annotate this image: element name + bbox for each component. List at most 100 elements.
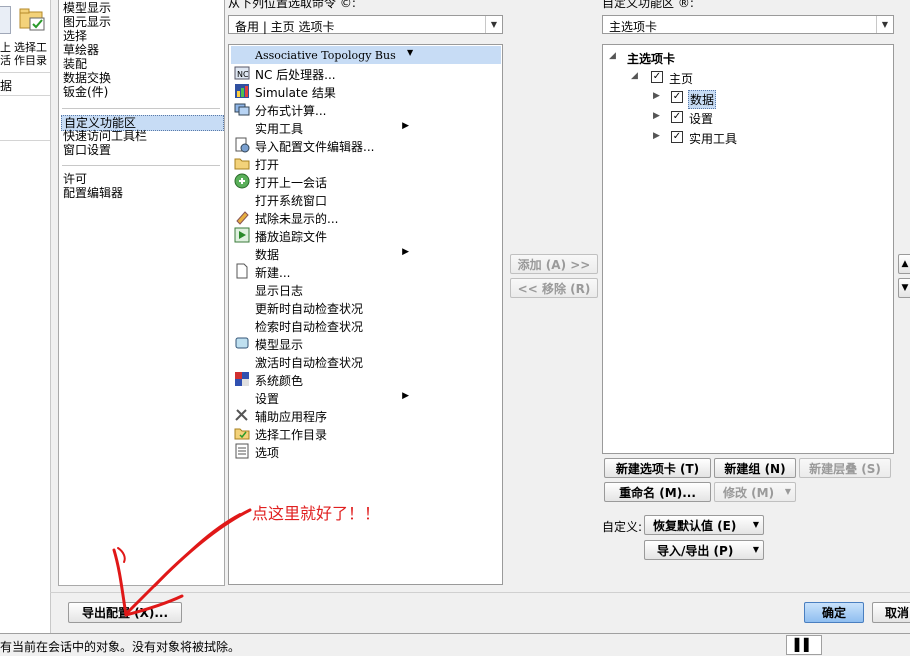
new-tab-button[interactable]: 新建选项卡 (T) [604, 458, 711, 478]
command-item[interactable]: 打开上一会话 [231, 172, 501, 190]
command-item[interactable]: 实用工具 ▶ [231, 118, 501, 136]
command-item[interactable]: 激活时自动检查状况 [231, 352, 501, 370]
command-item[interactable]: 打开 [231, 154, 501, 172]
import-config-icon [235, 137, 250, 153]
command-item-label: 系统颜色 [255, 374, 304, 388]
customize-label: 自定义: [602, 520, 643, 534]
chevron-down-icon: ▼ [784, 487, 791, 496]
left-toolbar-strip: 上 选择工 活 作目录 据 [0, 0, 51, 634]
chevron-down-icon: ▼ [752, 545, 759, 554]
command-item[interactable]: 更新时自动检查状况 [231, 298, 501, 316]
status-toggle-icon[interactable]: ▌▌ [786, 635, 822, 655]
status-bar: 有当前在会话中的对象。没有对象将被拭除。 ▌▌ [0, 633, 910, 656]
svg-text:NC: NC [237, 70, 249, 79]
command-item[interactable]: 分布式计算... [231, 100, 501, 118]
command-item[interactable]: 导入配置文件编辑器... [231, 136, 501, 154]
command-item-label: 实用工具 [255, 122, 304, 136]
document-icon[interactable] [0, 6, 11, 34]
checkbox[interactable]: ✓ [651, 71, 663, 83]
expand-triangle-icon[interactable]: ◢ [631, 71, 638, 81]
command-item-label: NC 后处理器... [255, 68, 336, 82]
chevron-down-icon[interactable]: ▼ [485, 16, 502, 33]
ribbon-label: 自定义功能区 ®: [602, 0, 694, 10]
command-item-label: 拭除未显示的... [255, 212, 339, 226]
tree-node-utilities[interactable]: ▶ ✓ 实用工具 [653, 129, 853, 147]
checkbox[interactable]: ✓ [671, 111, 683, 123]
add-button[interactable]: 添加 (A) >> [510, 254, 598, 274]
command-item[interactable]: 模型显示 [231, 334, 501, 352]
ribbon-select[interactable]: 主选项卡 ▼ [602, 15, 894, 34]
ok-button[interactable]: 确定 [804, 602, 864, 623]
command-item[interactable]: 辅助应用程序 [231, 406, 501, 424]
commands-from-select[interactable]: 备用 | 主页 选项卡 ▼ [228, 15, 503, 34]
command-item-label: 新建... [255, 266, 291, 280]
category-item-assembly[interactable]: 装配 [63, 57, 87, 71]
category-item-entity-display[interactable]: 图元显示 [63, 15, 111, 29]
command-item[interactable]: 选择工作目录 [231, 424, 501, 442]
expand-triangle-icon[interactable]: ◢ [609, 51, 616, 61]
category-item-model-display[interactable]: 模型显示 [63, 1, 111, 15]
command-list-header-label: Associative Topology Bus [255, 49, 396, 62]
tree-node-settings[interactable]: ▶ ✓ 设置 [653, 109, 853, 127]
annotation-arrow-icon [112, 508, 252, 617]
command-item[interactable]: 拭除未显示的... [231, 208, 501, 226]
command-item[interactable]: 选项 [231, 442, 501, 460]
category-item-selection[interactable]: 选择 [63, 29, 87, 43]
tree-node-label: 实用工具 [689, 132, 738, 146]
move-down-button[interactable]: ▼ [898, 278, 910, 298]
new-group-button[interactable]: 新建组 (N) [714, 458, 796, 478]
toolbar-label-4: 作目录 [14, 54, 47, 67]
collapse-triangle-icon[interactable]: ▶ [653, 91, 660, 101]
remove-button[interactable]: << 移除 (R) [510, 278, 598, 298]
tree-node-data[interactable]: ▶ ✓ 数据 [653, 89, 853, 109]
model-display-icon [235, 337, 249, 349]
command-item[interactable]: 设置 ▶ [231, 388, 501, 406]
category-item-window-settings[interactable]: 窗口设置 [63, 143, 111, 157]
new-cascade-button[interactable]: 新建层叠 (S) [799, 458, 891, 478]
command-item-label: 模型显示 [255, 338, 304, 352]
command-item[interactable]: 系统颜色 [231, 370, 501, 388]
command-item[interactable]: 打开系统窗口 [231, 190, 501, 208]
command-item[interactable]: 数据 ▶ [231, 244, 501, 262]
auxiliary-apps-icon [235, 409, 248, 421]
collapse-triangle-icon[interactable]: ▶ [653, 111, 660, 121]
tree-node-label: 设置 [689, 112, 714, 126]
rename-button[interactable]: 重命名 (M)... [604, 482, 711, 502]
command-item-label: 打开系统窗口 [255, 194, 328, 208]
category-item-sketcher[interactable]: 草绘器 [63, 43, 99, 57]
options-icon [235, 443, 249, 459]
command-list-header[interactable]: Associative Topology Bus ▼ [231, 46, 501, 64]
restore-defaults-button[interactable]: 恢复默认值 (E) ▼ [644, 515, 764, 535]
command-item[interactable]: 显示日志 [231, 280, 501, 298]
modify-button[interactable]: 修改 (M) ▼ [714, 482, 796, 502]
category-item-license[interactable]: 许可 [63, 172, 87, 186]
command-item-label: 数据 [255, 248, 280, 262]
category-item-quick-access-toolbar[interactable]: 快速访问工具栏 [63, 129, 147, 143]
category-item-data-exchange[interactable]: 数据交换 [63, 71, 111, 85]
category-item-sheetmetal[interactable]: 钣金(件) [63, 85, 108, 99]
cancel-button[interactable]: 取消 [872, 602, 910, 623]
command-item-label: 打开 [255, 158, 280, 172]
chevron-down-icon: ▼ [407, 48, 414, 57]
tree-node-home[interactable]: ◢ ✓ 主页 [631, 69, 831, 87]
select-working-directory-icon[interactable] [18, 6, 46, 32]
move-up-button[interactable]: ▲ [898, 254, 910, 274]
simulate-results-icon [235, 84, 249, 98]
open-last-session-icon [234, 173, 250, 189]
chevron-down-icon[interactable]: ▼ [876, 16, 893, 33]
import-export-button[interactable]: 导入/导出 (P) ▼ [644, 540, 764, 560]
command-item[interactable]: Simulate 结果 [231, 82, 501, 100]
command-item[interactable]: 新建... [231, 262, 501, 280]
category-list[interactable]: 模型显示 图元显示 选择 草绘器 装配 数据交换 钣金(件) 自定义功能区 快速… [58, 0, 225, 586]
checkbox[interactable]: ✓ [671, 131, 683, 143]
command-item[interactable]: 检索时自动检查状况 [231, 316, 501, 334]
command-item[interactable]: 播放追踪文件 [231, 226, 501, 244]
collapse-triangle-icon[interactable]: ▶ [653, 131, 660, 141]
command-item-label: 选项 [255, 446, 280, 460]
checkbox[interactable]: ✓ [671, 91, 683, 103]
command-item[interactable]: NC NC 后处理器... [231, 64, 501, 82]
command-item-label: Simulate 结果 [255, 86, 336, 100]
ribbon-tree[interactable]: ◢ 主选项卡 ◢ ✓ 主页 ▶ ✓ 数据 ▶ ✓ 设置 ▶ ✓ 实用工具 [602, 44, 894, 454]
tree-node-main-tabs[interactable]: ◢ 主选项卡 [609, 49, 809, 67]
category-item-config-editor[interactable]: 配置编辑器 [63, 186, 123, 200]
